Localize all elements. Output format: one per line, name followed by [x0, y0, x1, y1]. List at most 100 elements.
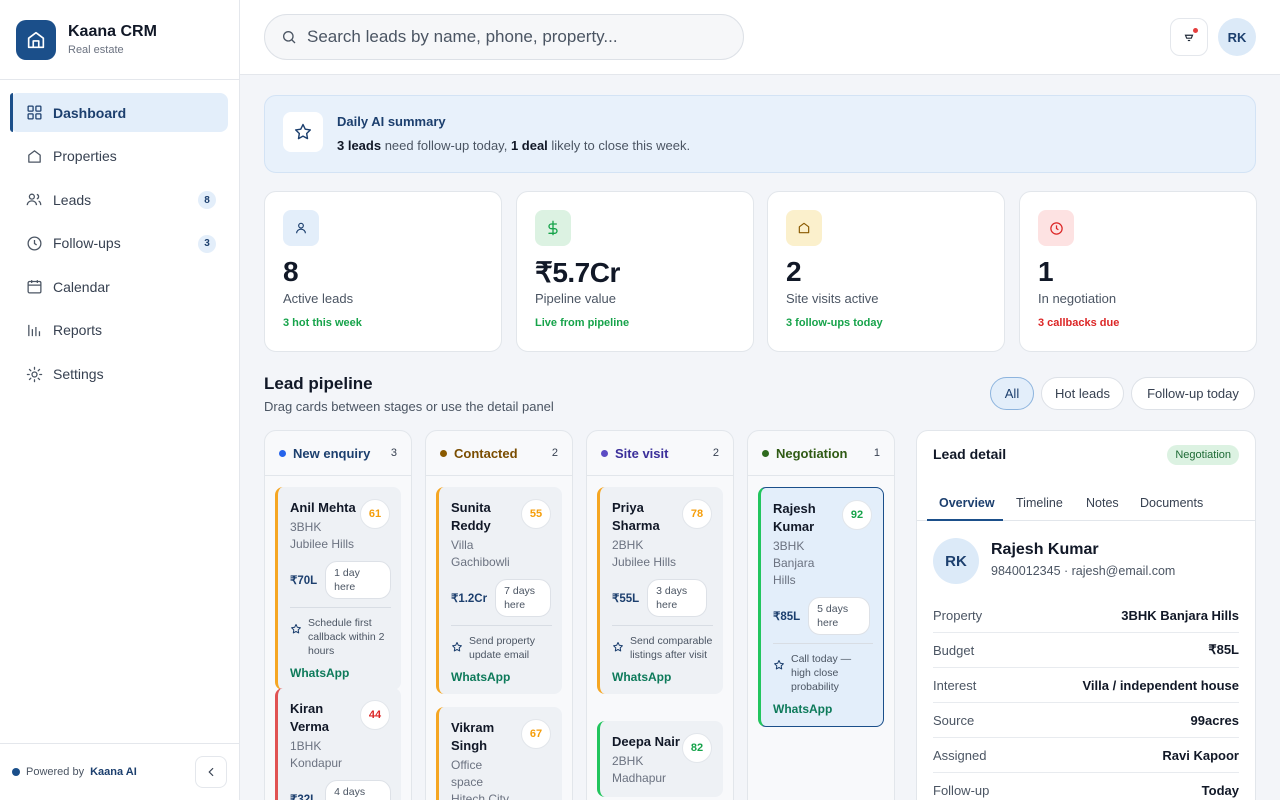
detail-row-source: Source 99acres [933, 703, 1239, 738]
powered-by-brand: Kaana AI [90, 766, 137, 778]
lead-score: 44 [360, 700, 390, 730]
detail-tabs: Overview Timeline Notes Documents [917, 488, 1255, 521]
filter-hot-leads[interactable]: Hot leads [1041, 377, 1124, 410]
stat-value: ₹5.7Cr [535, 257, 620, 288]
search-input[interactable] [307, 27, 727, 47]
sidebar-item-reports[interactable]: Reports [10, 311, 228, 350]
column-count: 3 [390, 447, 397, 459]
collapse-sidebar-button[interactable] [195, 756, 227, 788]
stat-note: 3 follow-ups today [786, 317, 883, 329]
task-text: Schedule first callback within 2 hours [308, 617, 385, 657]
lead-card[interactable]: Sunita Reddy 55 Villa Gachibowli ₹1.2Cr … [436, 487, 562, 694]
detail-row-interest: Interest Villa / independent house [933, 668, 1239, 703]
summary-title: Daily AI summary [337, 114, 446, 129]
tab-overview[interactable]: Overview [939, 496, 995, 510]
lead-next-task: Schedule first callback within 2 hours [290, 607, 391, 658]
lead-score: 92 [842, 500, 872, 530]
leads-count-badge: 8 [198, 191, 216, 210]
whatsapp-link[interactable]: WhatsApp [773, 702, 873, 716]
lead-days-badge: 7 days here [495, 579, 552, 617]
pipeline-column-new-enquiry: New enquiry 3 Anil Mehta 61 3BHK Jubilee… [264, 430, 412, 800]
detail-key: Interest [933, 677, 977, 693]
whatsapp-link[interactable]: WhatsApp [451, 670, 552, 684]
detail-row-follow-up: Follow-up Today [933, 773, 1239, 800]
sidebar-footer: Powered by Kaana AI [0, 743, 239, 800]
lead-meta: ₹55L 3 days here [612, 579, 713, 617]
sidebar-item-follow-ups[interactable]: Follow-ups 3 [10, 224, 228, 263]
column-status-dot [762, 449, 769, 457]
lead-meta: ₹1.2Cr 7 days here [451, 579, 552, 617]
lead-avatar: RK [933, 538, 979, 584]
lead-card-selected[interactable]: Rajesh Kumar 92 3BHK Banjara Hills ₹85L … [758, 487, 884, 727]
lead-name: Anil Mehta [290, 500, 356, 515]
brand: Kaana CRM Real estate [0, 0, 239, 80]
task-text: Send property update email [469, 635, 535, 661]
stat-card-site-visits: 2 Site visits active 3 follow-ups today [767, 191, 1005, 352]
bar-chart-icon [25, 321, 43, 339]
lead-area: Banjara Hills [773, 556, 815, 587]
sidebar-item-properties[interactable]: Properties [10, 137, 228, 176]
tab-timeline[interactable]: Timeline [1016, 496, 1063, 510]
stat-label: In negotiation [1038, 291, 1117, 306]
summary-deal-text: likely to close this week. [547, 138, 691, 153]
stat-card-negotiation: 1 In negotiation 3 callbacks due [1019, 191, 1257, 352]
lead-score: 61 [360, 499, 390, 529]
stat-note: 3 hot this week [283, 317, 362, 329]
star-icon [612, 641, 626, 662]
lead-card[interactable]: Vikram Singh 67 Office space Hitech City [436, 707, 562, 800]
whatsapp-link[interactable]: WhatsApp [290, 666, 391, 680]
tab-documents[interactable]: Documents [1140, 496, 1203, 510]
stat-value: 8 [283, 256, 299, 287]
lead-card[interactable]: Kiran Verma 44 1BHK Kondapur ₹32L 4 days… [275, 688, 401, 800]
search-icon [281, 29, 297, 45]
lead-score: 55 [521, 499, 551, 529]
task-text: Send comparable listings after visit [630, 635, 713, 661]
sidebar: Kaana CRM Real estate Dashboard Properti… [0, 0, 240, 800]
user-avatar[interactable]: RK [1218, 18, 1256, 56]
detail-value: 99acres [1190, 712, 1239, 728]
lead-name: Sunita Reddy [451, 500, 491, 533]
lead-days-badge: 3 days here [647, 579, 708, 617]
lead-name: Deepa Nair [612, 734, 680, 749]
detail-value: Today [1201, 783, 1239, 798]
calendar-icon [25, 278, 43, 296]
detail-row-property: Property 3BHK Banjara Hills [933, 598, 1239, 633]
column-status-dot [440, 449, 447, 457]
sidebar-item-leads[interactable]: Leads 8 [10, 180, 228, 219]
lead-area: Kondapur [290, 756, 343, 770]
stat-card-pipeline-value: ₹5.7Cr Pipeline value Live from pipeline [516, 191, 754, 352]
sidebar-item-label: Follow-ups [53, 235, 121, 252]
lead-card[interactable]: Anil Mehta 61 3BHK Jubilee Hills ₹70L 1 … [275, 487, 401, 690]
gear-icon [25, 365, 43, 383]
sidebar-item-dashboard[interactable]: Dashboard [10, 93, 228, 132]
sidebar-item-label: Calendar [53, 278, 110, 295]
filter-follow-up-today[interactable]: Follow-up today [1131, 377, 1255, 410]
lead-property-type: 1BHK [290, 739, 322, 753]
whatsapp-link[interactable]: WhatsApp [612, 670, 713, 684]
chevron-left-icon [204, 765, 218, 779]
sidebar-item-label: Properties [53, 148, 117, 165]
lead-area: Madhapur [612, 771, 667, 785]
lead-card[interactable]: Deepa Nair 82 2BHK Madhapur [597, 721, 723, 797]
summary-text: 3 leads need follow-up today, 1 deal lik… [337, 138, 690, 153]
lead-price: ₹55L [612, 593, 640, 605]
sidebar-item-calendar[interactable]: Calendar [10, 267, 228, 306]
lead-days-badge: 1 day here [325, 561, 391, 599]
tab-notes[interactable]: Notes [1086, 496, 1119, 510]
lead-property-type: 2BHK [612, 538, 644, 552]
lead-price: ₹1.2Cr [451, 593, 488, 605]
active-tab-indicator [927, 519, 1003, 521]
sidebar-item-settings[interactable]: Settings [10, 355, 228, 394]
topbar: RK [240, 0, 1280, 75]
column-title: Contacted [454, 445, 518, 461]
lead-card[interactable]: Priya Sharma 78 2BHK Jubilee Hills ₹55L … [597, 487, 723, 694]
column-count: 2 [551, 447, 558, 459]
notifications-button[interactable] [1170, 18, 1208, 56]
filter-all[interactable]: All [990, 377, 1034, 410]
clock-icon [25, 234, 43, 252]
star-icon [283, 112, 323, 152]
summary-deal: 1 deal [510, 138, 548, 153]
status-dot [12, 768, 20, 776]
search-bar[interactable] [264, 14, 744, 60]
sidebar-item-label: Settings [53, 366, 104, 383]
